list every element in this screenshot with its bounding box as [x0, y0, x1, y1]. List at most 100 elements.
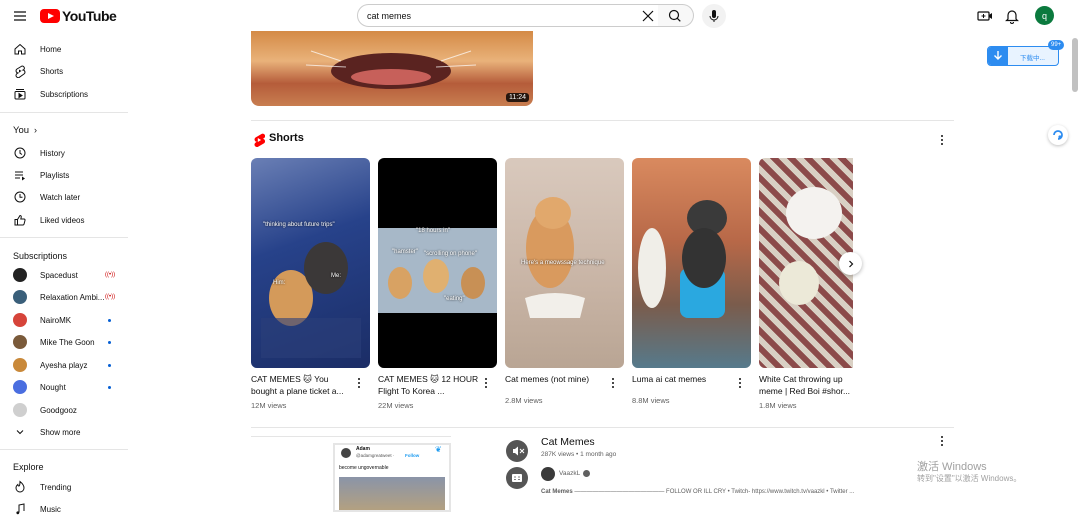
- channel-avatar: [13, 380, 27, 394]
- verified-icon: [583, 470, 590, 477]
- download-icon: [988, 47, 1008, 65]
- sidebar-item-playlists[interactable]: Playlists: [0, 164, 128, 186]
- channel-avatar: [13, 290, 27, 304]
- sidebar-channel[interactable]: Ayesha playz: [0, 354, 128, 376]
- description-bold: Cat Memes: [541, 489, 573, 495]
- sidebar-item-music[interactable]: Music: [0, 498, 128, 520]
- sidebar-item-liked-videos[interactable]: Liked videos: [0, 209, 128, 231]
- menu-icon[interactable]: [10, 6, 30, 26]
- home-icon: [13, 42, 27, 56]
- short-more-icon[interactable]: [610, 376, 616, 390]
- sidebar-channel[interactable]: Relaxation Ambi... ((•)): [0, 286, 128, 308]
- channel-avatar[interactable]: [541, 467, 555, 481]
- account-avatar[interactable]: q: [1035, 6, 1054, 25]
- download-button[interactable]: 下载中...: [987, 46, 1059, 66]
- short-title[interactable]: Cat memes (not mine): [505, 373, 608, 385]
- short-thumbnail[interactable]: Here's a meowssage technique: [505, 158, 624, 368]
- short-caption: "thinking about future trips": [263, 222, 335, 228]
- channel-name[interactable]: VaazkL: [559, 470, 580, 477]
- sidebar-divider: [0, 237, 128, 238]
- short-views: 22M views: [378, 401, 414, 410]
- voice-search-button[interactable]: [702, 4, 726, 28]
- video-thumbnail[interactable]: Adam @adamgreatweet · Follow ❦ become un…: [333, 443, 451, 512]
- scrollbar-thumb[interactable]: [1072, 38, 1078, 92]
- short-title[interactable]: CAT MEMES 🐱 You bought a plane ticket a.…: [251, 373, 354, 397]
- history-icon: [13, 146, 27, 160]
- sidebar-item-label: Subscriptions: [40, 89, 89, 99]
- search-input[interactable]: cat memes: [357, 4, 659, 27]
- short-more-icon[interactable]: [483, 376, 489, 390]
- mute-icon[interactable]: [506, 440, 528, 462]
- channel-name: Mike The Goon: [40, 337, 95, 347]
- channel-avatar: [13, 268, 27, 282]
- description-text: ——————————————— FOLLOW OR ILL CRY • Twit…: [574, 489, 855, 495]
- sidebar-item-watch-later[interactable]: Watch later: [0, 186, 128, 208]
- sidebar-channel[interactable]: Goodgooz: [0, 399, 128, 421]
- sidebar-item-subscriptions[interactable]: Subscriptions: [0, 83, 128, 105]
- video-thumbnail[interactable]: 11:24: [251, 31, 533, 106]
- shorts-next-button[interactable]: [839, 252, 862, 275]
- sidebar-item-label: Trending: [40, 482, 72, 492]
- short-thumbnail[interactable]: [632, 158, 751, 368]
- shorts-more-icon[interactable]: [939, 133, 945, 147]
- sidebar-divider: [0, 449, 128, 450]
- channel-avatar: [13, 313, 27, 327]
- show-more-button[interactable]: Show more: [0, 421, 128, 443]
- top-bar: YouTube cat memes q: [0, 0, 1080, 31]
- show-more-label: Show more: [40, 427, 81, 437]
- channel-name: NairoMK: [40, 315, 72, 325]
- like-icon: [13, 213, 27, 227]
- new-content-dot: [108, 340, 111, 344]
- sidebar-channel[interactable]: NairoMK: [0, 309, 128, 331]
- sidebar-channel[interactable]: Spacedust ((•)): [0, 264, 128, 286]
- shorts-heading: Shorts: [269, 132, 304, 144]
- sidebar-item-label: History: [40, 148, 65, 158]
- youtube-logo[interactable]: YouTube: [40, 7, 117, 25]
- channel-name: Ayesha playz: [40, 360, 88, 370]
- short-image: [638, 200, 727, 318]
- short-thumbnail[interactable]: "thinking about future trips" Me: Him:: [251, 158, 370, 368]
- short-title[interactable]: White Cat throwing up meme | Red Boi #sh…: [759, 373, 862, 397]
- clear-search-icon[interactable]: [640, 8, 656, 24]
- chevron-right-icon: [848, 260, 853, 267]
- short-title[interactable]: Luma ai cat memes: [632, 373, 735, 385]
- download-label: 下载中...: [1020, 55, 1045, 62]
- sidebar-channel[interactable]: Nought: [0, 376, 128, 398]
- windows-activation-title: 激活 Windows: [917, 461, 987, 473]
- short-more-icon[interactable]: [356, 376, 362, 390]
- create-video-icon[interactable]: [975, 6, 995, 26]
- search-button[interactable]: [658, 4, 694, 27]
- watch-later-icon: [13, 190, 27, 204]
- windows-activation-subtitle: 转到"设置"以激活 Windows。: [917, 474, 1022, 483]
- live-icon: ((•)): [105, 272, 116, 278]
- short-title[interactable]: CAT MEMES 🐱 12 HOUR Flight To Korea ...: [378, 373, 481, 397]
- sidebar-item-label: Shorts: [40, 66, 64, 76]
- video-duration: 11:24: [506, 93, 529, 102]
- sidebar-item-label: Playlists: [40, 170, 70, 180]
- sidebar-item-trending[interactable]: Trending: [0, 476, 128, 498]
- short-caption: "18 hours in": [416, 228, 450, 234]
- video-more-icon[interactable]: [939, 434, 945, 448]
- playlists-icon: [13, 168, 27, 182]
- short-more-icon[interactable]: [737, 376, 743, 390]
- short-thumbnail[interactable]: "18 hours in" "hamster" "scrolling on ph…: [378, 158, 497, 368]
- youtube-play-icon: [40, 9, 60, 23]
- channel-name: Relaxation Ambi...: [40, 292, 105, 302]
- notifications-icon[interactable]: [1002, 6, 1022, 26]
- sidebar-item-home[interactable]: Home: [0, 38, 128, 60]
- video-title[interactable]: Cat Memes: [541, 436, 595, 448]
- explore-heading: Explore: [13, 462, 44, 472]
- channel-avatar: [13, 403, 27, 417]
- sidebar-item-history[interactable]: History: [0, 142, 128, 164]
- sidebar-channel[interactable]: Mike The Goon: [0, 331, 128, 353]
- extension-icon[interactable]: [1048, 125, 1068, 145]
- short-image: [261, 242, 361, 358]
- new-content-dot: [108, 318, 111, 322]
- captions-icon[interactable]: [506, 467, 528, 489]
- sidebar-item-shorts[interactable]: Shorts: [0, 60, 128, 82]
- sidebar-you-heading[interactable]: You ›: [0, 119, 128, 141]
- channel-avatar: [13, 335, 27, 349]
- tweet-follow: Follow: [405, 453, 420, 458]
- trending-icon: [13, 480, 27, 494]
- twitter-bird-icon: ❦: [435, 445, 442, 454]
